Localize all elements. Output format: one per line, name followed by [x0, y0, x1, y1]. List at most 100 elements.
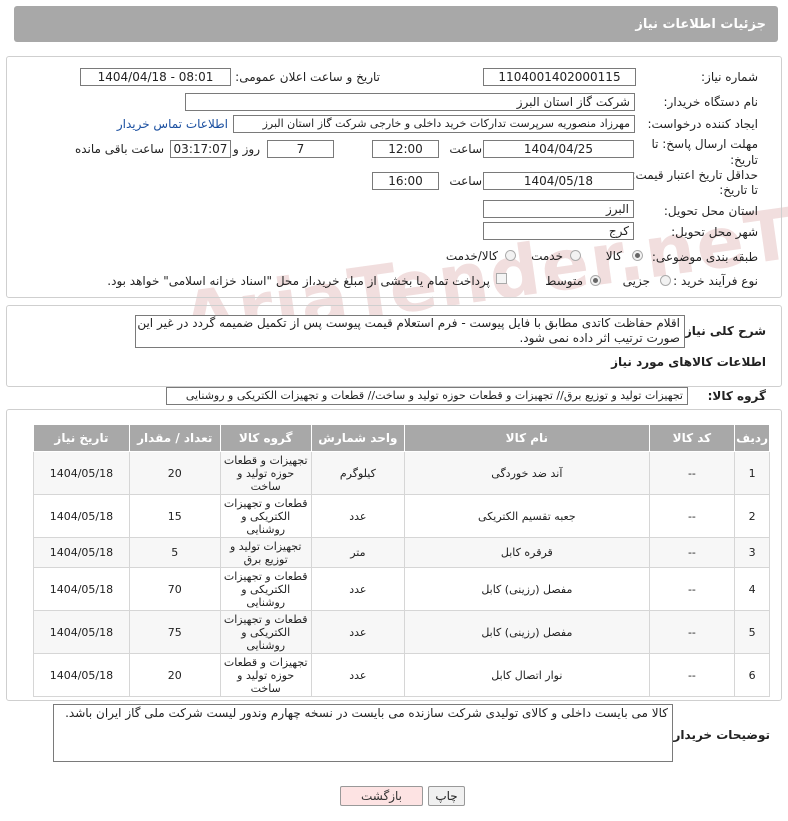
announce-label: تاریخ و ساعت اعلان عمومی:	[235, 70, 380, 84]
cell-date: 1404/05/18	[33, 653, 130, 697]
cell-code: --	[648, 494, 736, 538]
payment-text: پرداخت تمام یا بخشی از مبلغ خرید،از محل …	[107, 274, 490, 288]
cell-unit: عدد	[310, 610, 405, 654]
print-button[interactable]: چاپ	[428, 786, 465, 806]
col-group: گروه کالا	[219, 424, 312, 452]
cat-goods-label: کالا	[605, 249, 622, 263]
city-field: کرج	[483, 222, 634, 240]
proc-medium-radio[interactable]	[590, 275, 601, 286]
cell-name: مفصل (رزینی) کابل	[403, 567, 650, 611]
cell-name: آند ضد خوردگی	[403, 451, 650, 495]
treasury-checkbox[interactable]	[496, 273, 507, 284]
cell-name: جعبه تقسیم الکتریکی	[403, 494, 650, 538]
col-code: کد کالا	[648, 424, 736, 452]
cell-name: نوار اتصال کابل	[403, 653, 650, 697]
cell-code: --	[648, 610, 736, 654]
col-name: نام کالا	[403, 424, 650, 452]
cell-qty: 70	[128, 567, 221, 611]
cat-service-radio[interactable]	[570, 250, 581, 261]
process-label: نوع فرآیند خرید :	[673, 274, 758, 288]
cell-unit: کیلوگرم	[310, 451, 405, 495]
days-label: روز و	[233, 142, 260, 156]
cell-unit: متر	[310, 537, 405, 568]
cell-group: قطعات و تجهیزات الکتریکی و روشنایی	[219, 494, 312, 538]
deadline-time-label: ساعت	[449, 142, 482, 156]
cell-date: 1404/05/18	[33, 537, 130, 568]
buyer-org-label: نام دستگاه خریدار:	[663, 95, 759, 109]
proc-partial-label: جزیی	[622, 274, 650, 288]
cell-date: 1404/05/18	[33, 451, 130, 495]
need-number-label: شماره نیاز:	[701, 70, 758, 84]
remaining-time-field: 03:17:07	[170, 140, 231, 158]
cat-goods-service-radio[interactable]	[505, 250, 516, 261]
cell-qty: 5	[128, 537, 221, 568]
table-row: 3 -- قرقره کابل متر تجهیزات تولید و توزی…	[33, 537, 770, 568]
items-info-label: اطلاعات کالاهای مورد نیاز	[611, 355, 766, 369]
announce-field: 1404/04/18 - 08:01	[80, 68, 231, 86]
cell-group: تجهیزات و قطعات حوزه تولید و ساخت	[219, 653, 312, 697]
back-button[interactable]: بازگشت	[340, 786, 423, 806]
proc-partial-radio[interactable]	[660, 275, 671, 286]
cell-group: تجهیزات تولید و توزیع برق	[219, 537, 312, 568]
cell-date: 1404/05/18	[33, 610, 130, 654]
cell-idx: 2	[734, 494, 770, 538]
summary-textarea[interactable]: اقلام حفاظت کاتدی مطابق با فایل پیوست - …	[135, 315, 685, 348]
province-label: استان محل تحویل:	[663, 204, 758, 218]
page-header: جزئیات اطلاعات نیاز	[14, 6, 778, 42]
cell-group: قطعات و تجهیزات الکتریکی و روشنایی	[219, 567, 312, 611]
table-row: 2 -- جعبه تقسیم الکتریکی عدد قطعات و تجه…	[33, 494, 770, 538]
validity-time-label: ساعت	[449, 174, 482, 188]
table-row: 5 -- مفصل (رزینی) کابل عدد قطعات و تجهیز…	[33, 610, 770, 654]
cell-qty: 20	[128, 451, 221, 495]
cell-qty: 75	[128, 610, 221, 654]
cell-name: مفصل (رزینی) کابل	[403, 610, 650, 654]
cell-name: قرقره کابل	[403, 537, 650, 568]
cell-idx: 5	[734, 610, 770, 654]
cell-qty: 20	[128, 653, 221, 697]
buyer-org-field: شرکت گاز استان البرز	[185, 93, 635, 111]
cell-group: تجهیزات و قطعات حوزه تولید و ساخت	[219, 451, 312, 495]
days-field: 7	[267, 140, 334, 158]
buyer-notes-textarea[interactable]: کالا می بایست داخلی و کالای تولیدی شرکت …	[53, 704, 673, 762]
cell-group: قطعات و تجهیزات الکتریکی و روشنایی	[219, 610, 312, 654]
cell-idx: 4	[734, 567, 770, 611]
cat-goods-radio[interactable]	[632, 250, 643, 261]
goods-group-field: تجهیزات تولید و توزیع برق// تجهیزات و قط…	[166, 387, 688, 405]
page-title: جزئیات اطلاعات نیاز	[635, 17, 766, 32]
col-idx: ردیف	[734, 424, 770, 452]
cell-unit: عدد	[310, 494, 405, 538]
remaining-label: ساعت باقی مانده	[74, 142, 164, 156]
category-label: طبقه بندی موضوعی:	[651, 250, 758, 264]
city-label: شهر محل تحویل:	[671, 225, 758, 239]
cell-unit: عدد	[310, 653, 405, 697]
creator-label: ایجاد کننده درخواست:	[647, 117, 758, 131]
cell-code: --	[648, 653, 736, 697]
contact-info-link[interactable]: اطلاعات تماس خریدار	[117, 117, 228, 131]
col-qty: تعداد / مقدار	[128, 424, 221, 452]
goods-group-label: گروه کالا:	[707, 389, 766, 403]
validity-time-field: 16:00	[372, 172, 439, 190]
col-date: تاریخ نیاز	[33, 424, 130, 452]
province-field: البرز	[483, 200, 634, 218]
col-unit: واحد شمارش	[310, 424, 405, 452]
creator-field: مهرزاد منصوریه سرپرست تدارکات خرید داخلی…	[233, 115, 635, 133]
table-row: 4 -- مفصل (رزینی) کابل عدد قطعات و تجهیز…	[33, 567, 770, 611]
cell-idx: 1	[734, 451, 770, 495]
cell-code: --	[648, 451, 736, 495]
validity-date-field: 1404/05/18	[483, 172, 634, 190]
cell-qty: 15	[128, 494, 221, 538]
cell-unit: عدد	[310, 567, 405, 611]
buyer-notes-label: توضیحات خریدار:	[668, 728, 770, 742]
proc-medium-label: متوسط	[545, 274, 583, 288]
table-row: 6 -- نوار اتصال کابل عدد تجهیزات و قطعات…	[33, 653, 770, 697]
cell-code: --	[648, 537, 736, 568]
cell-idx: 6	[734, 653, 770, 697]
cell-date: 1404/05/18	[33, 494, 130, 538]
cat-goods-service-label: کالا/خدمت	[445, 249, 498, 263]
deadline-date-field: 1404/04/25	[483, 140, 634, 158]
validity-label: حداقل تاریخ اعتبار قیمت: تا تاریخ:	[631, 168, 758, 197]
items-table: ردیف کد کالا نام کالا واحد شمارش گروه کا…	[33, 424, 770, 697]
need-number-field: 1104001402000115	[483, 68, 636, 86]
table-row: 1 -- آند ضد خوردگی کیلوگرم تجهیزات و قطع…	[33, 451, 770, 495]
cell-date: 1404/05/18	[33, 567, 130, 611]
